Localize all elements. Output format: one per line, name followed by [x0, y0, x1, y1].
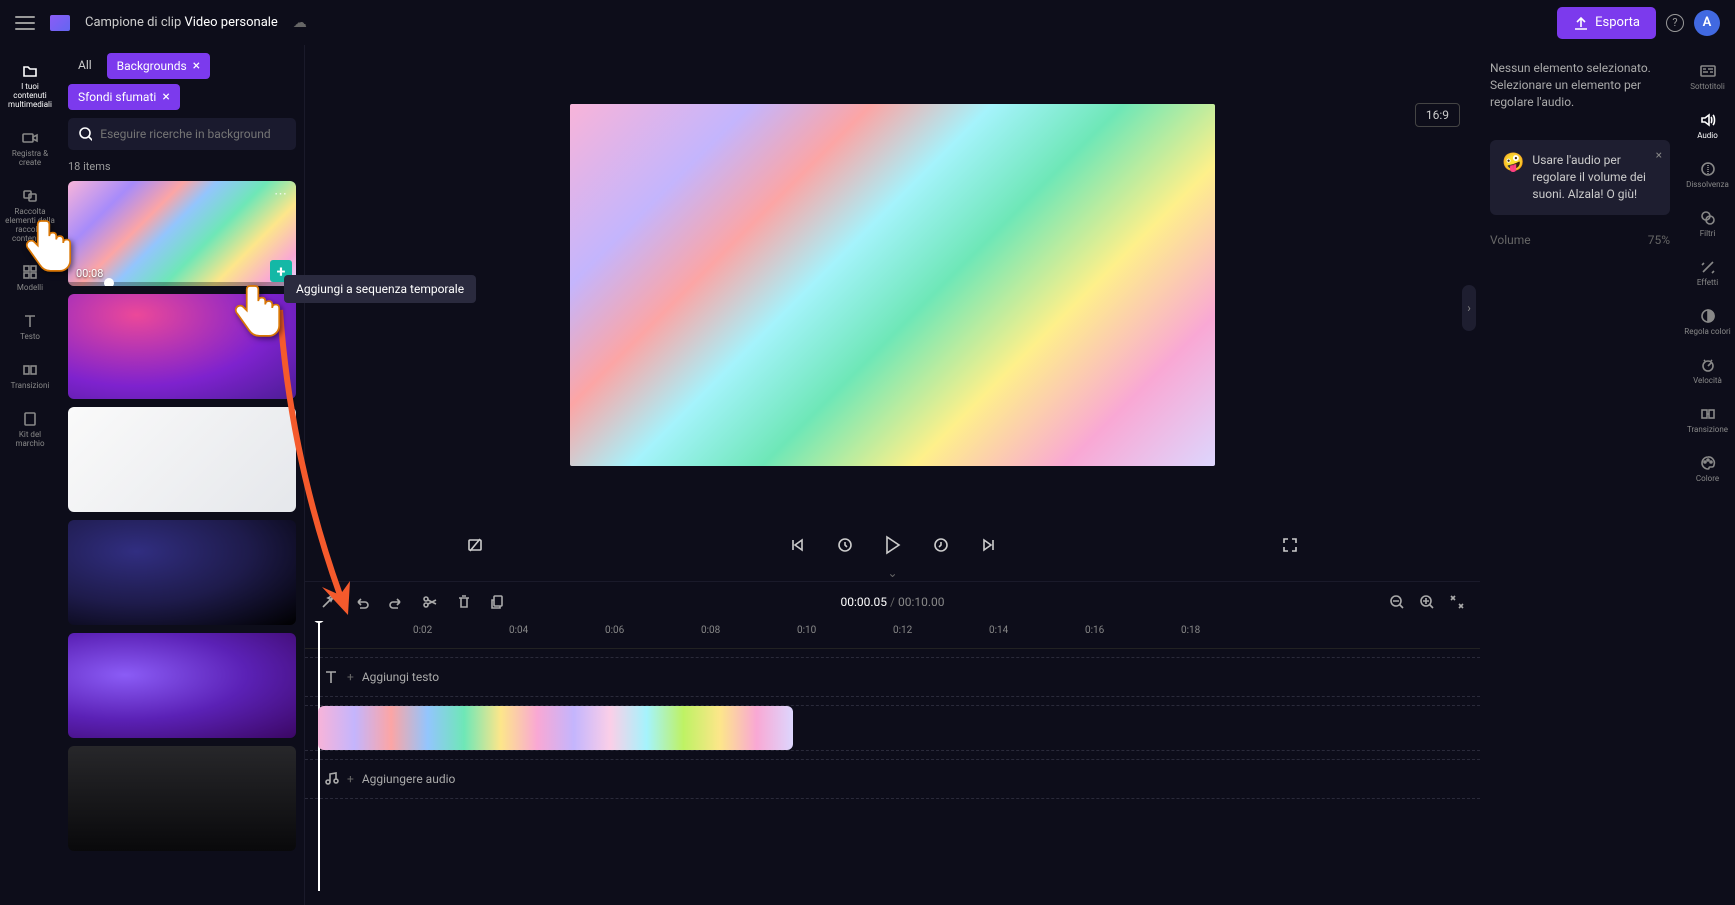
music-icon	[323, 771, 339, 787]
side-speed[interactable]: Velocità	[1680, 349, 1735, 393]
timecode: 00:00.05 / 00:10.00	[841, 595, 945, 609]
seek-forward-button[interactable]	[931, 535, 951, 555]
text-track[interactable]: + Aggiungi testo	[305, 657, 1480, 697]
redo-icon[interactable]	[388, 594, 404, 610]
side-transition[interactable]: Transizione	[1680, 398, 1735, 442]
undo-icon[interactable]	[354, 594, 370, 610]
transitions-icon	[20, 362, 40, 378]
subtitles-icon	[1698, 63, 1718, 79]
app-logo	[50, 15, 70, 31]
fullscreen-button[interactable]	[1280, 535, 1300, 555]
fade-icon	[1698, 161, 1718, 177]
side-effects[interactable]: Effetti	[1680, 251, 1735, 295]
no-selection-text: Nessun elemento selezionato. Selezionare…	[1490, 60, 1670, 110]
fit-icon[interactable]	[1449, 594, 1465, 610]
chip-all[interactable]: All	[68, 53, 102, 79]
video-clip[interactable]	[318, 706, 793, 750]
disable-preview-button[interactable]	[465, 535, 485, 555]
chip-backgrounds[interactable]: Backgrounds×	[107, 53, 210, 79]
project-title: Campione di clip Video personale	[85, 15, 278, 30]
skip-start-button[interactable]	[787, 535, 807, 555]
nav-brand[interactable]: Kit del marchio	[2, 403, 58, 456]
duplicate-icon[interactable]	[490, 594, 506, 610]
split-icon[interactable]	[422, 594, 438, 610]
seek-back-button[interactable]	[835, 535, 855, 555]
text-icon	[20, 313, 40, 329]
asset-item[interactable]	[68, 520, 296, 625]
export-button[interactable]: Esporta	[1557, 7, 1656, 39]
library-icon	[20, 188, 40, 204]
nav-templates[interactable]: Modelli	[2, 256, 58, 300]
asset-item[interactable]	[68, 294, 296, 399]
audio-track[interactable]: + Aggiungere audio	[305, 759, 1480, 799]
side-adjust[interactable]: Regola colori	[1680, 300, 1735, 344]
side-filters[interactable]: Filtri	[1680, 202, 1735, 246]
asset-duration: 00:08	[76, 267, 103, 280]
cloud-sync-icon: ☁	[293, 15, 307, 31]
search-icon	[78, 126, 92, 142]
templates-icon	[20, 264, 40, 280]
search-input[interactable]	[100, 127, 286, 141]
nav-record[interactable]: Registra & create	[2, 122, 58, 175]
collapse-timeline-button[interactable]: ⌄	[305, 565, 1480, 581]
nav-transitions[interactable]: Transizioni	[2, 354, 58, 398]
close-icon[interactable]: ×	[193, 58, 200, 74]
audio-icon	[1698, 112, 1718, 128]
video-track[interactable]	[305, 705, 1480, 751]
side-subtitles[interactable]: Sottotitoli	[1680, 55, 1735, 99]
volume-value: 75%	[1648, 233, 1670, 247]
side-audio[interactable]: Audio	[1680, 104, 1735, 148]
transition-icon	[1698, 406, 1718, 422]
help-icon[interactable]: ?	[1666, 14, 1684, 32]
zoom-in-icon[interactable]	[1419, 594, 1435, 610]
speed-icon	[1698, 357, 1718, 373]
zoom-out-icon[interactable]	[1389, 594, 1405, 610]
timeline-ruler[interactable]: 0:02 0:04 0:06 0:08 0:10 0:12 0:14 0:16 …	[305, 621, 1480, 649]
tip-card: 🤪 Usare l'audio per regolare il volume d…	[1490, 140, 1670, 214]
folder-icon	[20, 63, 40, 79]
upload-icon	[1573, 15, 1589, 31]
magic-icon[interactable]	[320, 594, 336, 610]
play-button[interactable]	[883, 535, 903, 555]
brand-icon	[20, 411, 40, 427]
asset-item[interactable]	[68, 633, 296, 738]
skip-end-button[interactable]	[979, 535, 999, 555]
effects-icon	[1698, 259, 1718, 275]
more-icon[interactable]: ⋯	[274, 187, 288, 202]
filters-icon	[1698, 210, 1718, 226]
add-to-timeline-tooltip: Aggiungi a sequenza temporale	[284, 275, 476, 303]
search-input-wrap[interactable]	[68, 118, 296, 150]
items-count: 18 items	[68, 160, 296, 173]
video-preview[interactable]	[570, 104, 1215, 466]
delete-icon[interactable]	[456, 594, 472, 610]
chip-gradients[interactable]: Sfondi sfumati×	[68, 84, 180, 110]
side-fade[interactable]: Dissolvenza	[1680, 153, 1735, 197]
color-icon	[1698, 455, 1718, 471]
asset-item[interactable]	[68, 407, 296, 512]
close-icon[interactable]: ×	[1656, 148, 1662, 162]
close-icon[interactable]: ×	[162, 89, 169, 105]
hamburger-menu[interactable]	[15, 16, 35, 30]
nav-text[interactable]: Testo	[2, 305, 58, 349]
nav-media[interactable]: I tuoi contenuti multimediali	[2, 55, 58, 117]
user-avatar[interactable]: A	[1694, 10, 1720, 36]
tip-emoji-icon: 🤪	[1502, 152, 1524, 202]
aspect-ratio-button[interactable]: 16:9	[1415, 103, 1460, 127]
side-color[interactable]: Colore	[1680, 447, 1735, 491]
asset-item[interactable]: ⋯ 00:08 +	[68, 181, 296, 286]
text-icon	[323, 669, 339, 685]
asset-item[interactable]	[68, 746, 296, 851]
timeline[interactable]: 0:02 0:04 0:06 0:08 0:10 0:12 0:14 0:16 …	[305, 621, 1480, 905]
adjust-icon	[1698, 308, 1718, 324]
volume-label: Volume	[1490, 233, 1531, 247]
nav-library[interactable]: Raccolta elementi della raccolta contenu…	[2, 180, 58, 251]
expand-handle[interactable]: ›	[1462, 285, 1476, 331]
camera-icon	[20, 130, 40, 146]
